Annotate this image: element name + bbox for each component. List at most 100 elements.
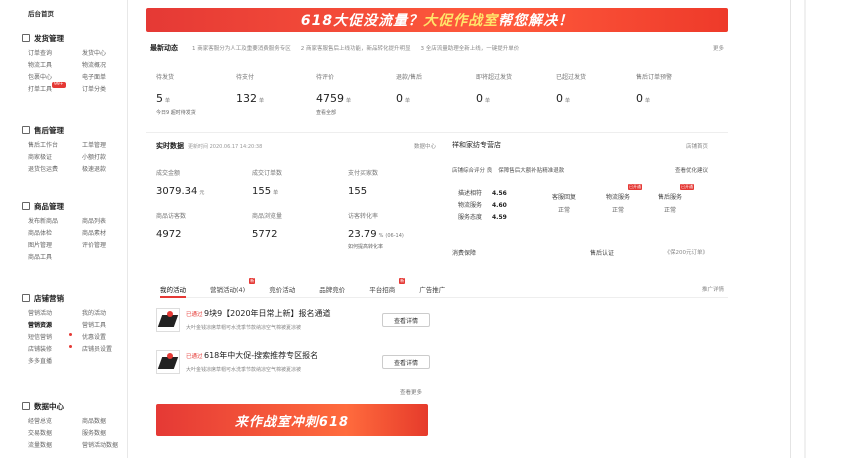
stat-card[interactable]: 已超过发货 0单 xyxy=(556,72,636,116)
data-center-link[interactable]: 数据中心 xyxy=(414,142,436,150)
sidebar-item[interactable]: 我的活动 xyxy=(82,309,124,318)
sidebar-item[interactable]: 包裹中心 xyxy=(28,73,82,82)
activity-thumbnail xyxy=(156,308,180,332)
service-name: 售后服务 xyxy=(657,194,682,201)
stat-card[interactable]: 待发货 5单 今日9 超时待发货 xyxy=(156,72,236,116)
sidebar-item[interactable]: 商品素材 xyxy=(82,229,124,238)
scrollbar-thumb[interactable] xyxy=(804,0,806,458)
conversion-tip-link[interactable]: 如何提高转化率 xyxy=(348,243,436,250)
tab-my-activities[interactable]: 我的活动 xyxy=(160,284,186,298)
sidebar-item[interactable]: 发布新商品 xyxy=(28,217,82,226)
tab-brand-bidding[interactable]: 品牌竞价 xyxy=(319,284,345,298)
activity-status: 已通过 xyxy=(186,312,203,318)
sidebar-group-title[interactable]: 发货管理 xyxy=(22,32,124,44)
stat-unit: 单 xyxy=(259,98,265,104)
news-item[interactable]: 2 商家客服售后上线功能，新品转化提升明显 xyxy=(301,44,411,52)
news-item[interactable]: 3 全店流量助理全新上线，一键提升单价 xyxy=(421,44,520,52)
view-more-link[interactable]: 查看更多 xyxy=(400,388,422,396)
new-badge: 新 xyxy=(249,278,256,284)
sidebar-item-print[interactable]: 打单工具 99+ xyxy=(28,82,82,94)
metric-value-row: 3079.34 元 xyxy=(156,186,252,197)
sidebar-item[interactable]: 图片管理 xyxy=(28,241,82,250)
metric-value-row: 155 单 xyxy=(252,186,348,197)
sidebar-item[interactable]: 营销工具 xyxy=(82,321,124,330)
service-tag: 已开通 xyxy=(628,184,642,190)
sidebar-group-title[interactable]: 售后管理 xyxy=(22,124,124,136)
sidebar-item[interactable]: 商品数据 xyxy=(82,417,124,426)
activity-name[interactable]: 618年中大促-搜索推荐专区报名 xyxy=(204,350,318,361)
sidebar-item[interactable]: 商家极证 xyxy=(28,153,82,162)
sidebar-item[interactable]: 交易数据 xyxy=(28,429,82,438)
sidebar-group-title[interactable]: 数据中心 xyxy=(22,400,124,412)
metric-unit: % xyxy=(378,233,384,239)
sidebar-item[interactable]: 售后工作台 xyxy=(28,141,82,150)
stat-card[interactable]: 即将超过发货 0单 xyxy=(476,72,556,116)
sidebar-group-title[interactable]: 商品管理 xyxy=(22,200,124,212)
stat-sub[interactable]: 查看全部 xyxy=(316,109,396,116)
sidebar-item[interactable]: 营销活动 xyxy=(28,309,82,318)
stat-label: 已超过发货 xyxy=(556,74,587,81)
sidebar-item[interactable]: 电子面单 xyxy=(82,73,124,82)
store-score-label: 店铺综合评分 良 xyxy=(452,168,493,174)
sidebar-item[interactable]: 优惠设置 xyxy=(82,333,124,342)
activity-tabs: 我的活动 营销活动(4) 新 竞价活动 品牌竞价 平台招商新 广告推广 推广详情 xyxy=(160,278,728,298)
sidebar-item-label: 短信营销 xyxy=(28,334,53,341)
sidebar-item[interactable]: 营销活动数据 xyxy=(82,441,124,450)
score-item: 描述相符 4.56 xyxy=(458,188,538,200)
stat-card[interactable]: 待评价 4759 单 查看全部 xyxy=(316,72,396,116)
score-name: 物流服务 xyxy=(458,202,483,209)
metric-label: 访客转化率 xyxy=(348,213,379,220)
sidebar-item[interactable]: 流量数据 xyxy=(28,441,82,450)
stat-card[interactable]: 退款/售后 0单 xyxy=(396,72,476,116)
stat-card[interactable]: 待支付 132 单 xyxy=(236,72,316,116)
view-detail-button[interactable]: 查看详情 xyxy=(382,355,430,369)
sidebar-item[interactable]: 小额打款 xyxy=(82,153,124,162)
sidebar-item[interactable]: 多多直播 xyxy=(28,357,82,366)
promo-banner-top[interactable]: 618大促没流量？大促作战室帮您解决！ xyxy=(146,8,728,32)
scrollbar-track[interactable] xyxy=(790,0,791,458)
sidebar-item[interactable]: 商品体检 xyxy=(28,229,82,238)
tab-label: 平台招商 xyxy=(369,286,396,294)
stat-label: 退款/售后 xyxy=(396,74,423,81)
tab-bidding[interactable]: 竞价活动 xyxy=(269,284,295,298)
stat-card[interactable]: 售后订单预警 0单 xyxy=(636,72,716,116)
sidebar-item[interactable]: 极速退款 xyxy=(82,165,124,174)
tab-ads[interactable]: 广告推广 xyxy=(419,284,445,298)
sidebar-item[interactable]: 商品工具 xyxy=(28,253,82,262)
activity-name[interactable]: 9块9【2020年日常上新】报名通道 xyxy=(204,308,331,319)
news-more-link[interactable]: 更多 xyxy=(713,44,724,52)
store-home-link[interactable]: 店铺首页 xyxy=(686,142,708,150)
sidebar-item[interactable]: 经营总览 xyxy=(28,417,82,426)
view-detail-button[interactable]: 查看详情 xyxy=(382,313,430,327)
promo-detail-link[interactable]: 推广详情 xyxy=(702,285,724,293)
sidebar-item[interactable]: 订单分类 xyxy=(82,85,124,94)
sidebar-item[interactable]: 订单查询 xyxy=(28,49,82,58)
sidebar-item[interactable]: 物流工具 xyxy=(28,61,82,70)
sidebar-item[interactable]: 退货包运费 xyxy=(28,165,82,174)
sidebar-item-active[interactable]: 营销资源 xyxy=(28,321,82,330)
aftersale-cert[interactable]: 售后认证 xyxy=(590,248,614,257)
sidebar: 后台首页 发货管理 订单查询 发货中心 物流工具 物流概况 包裹中心 电子面单 … xyxy=(0,0,128,458)
sidebar-item-decor[interactable]: 店铺装修 xyxy=(28,345,82,354)
stat-sub[interactable]: 今日9 超时待发货 xyxy=(156,109,236,116)
sidebar-item[interactable]: 店铺员设置 xyxy=(82,345,124,354)
news-item[interactable]: 1 商家客服分为人工及重要消费服务专区 xyxy=(192,44,291,52)
service-item[interactable]: 已开通 物流服务 正常 xyxy=(598,184,642,214)
sidebar-item[interactable]: 发货中心 xyxy=(82,49,124,58)
stat-value-row: 5单 xyxy=(156,92,236,105)
sidebar-home-link[interactable]: 后台首页 xyxy=(28,8,54,18)
promo-banner-bottom[interactable]: 来作战室冲刺618 xyxy=(156,404,428,436)
sidebar-item[interactable]: 评价管理 xyxy=(82,241,124,250)
tab-marketing[interactable]: 营销活动(4) 新 xyxy=(210,278,256,298)
sidebar-item[interactable]: 工单管理 xyxy=(82,141,124,150)
order-guarantee-link[interactable]: 《保200元订单》 xyxy=(665,248,709,256)
sidebar-group-title[interactable]: 店铺营销 xyxy=(22,292,124,304)
service-item[interactable]: 客服回复 正常 xyxy=(544,192,584,214)
sidebar-item[interactable]: 物流概况 xyxy=(82,61,124,70)
sidebar-item[interactable]: 商品列表 xyxy=(82,217,124,226)
sidebar-item[interactable]: 服务数据 xyxy=(82,429,124,438)
optimize-link[interactable]: 查看优化建议 xyxy=(675,166,708,174)
sidebar-item-sms[interactable]: 短信营销 xyxy=(28,333,82,342)
service-item[interactable]: 已开通 售后服务 正常 xyxy=(650,184,694,214)
tab-platform[interactable]: 平台招商新 xyxy=(369,278,406,298)
